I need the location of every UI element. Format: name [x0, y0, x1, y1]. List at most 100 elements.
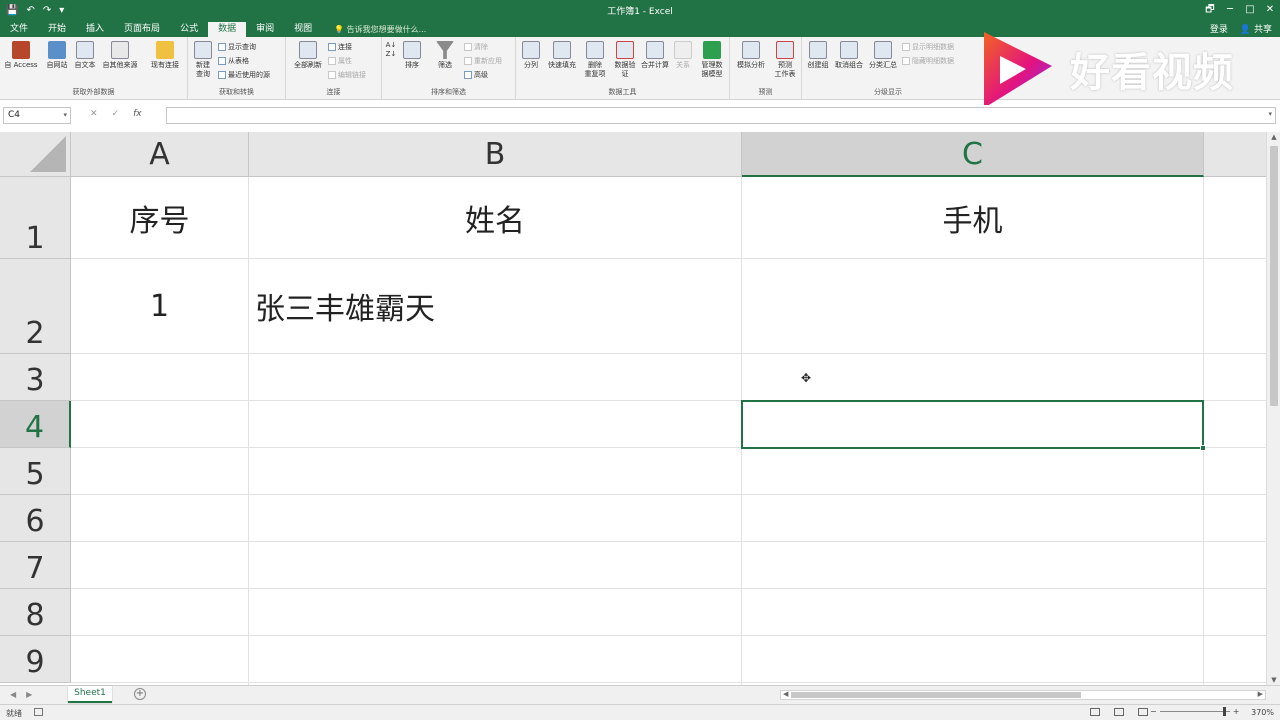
tab-page-layout[interactable]: 页面布局	[114, 22, 170, 37]
cell-b1[interactable]: 姓名	[249, 177, 741, 258]
select-all-button[interactable]	[0, 132, 71, 177]
tab-view[interactable]: 视图	[284, 22, 322, 37]
active-cell-border[interactable]	[741, 400, 1204, 449]
insert-function-icon[interactable]: fx	[133, 109, 142, 119]
normal-view-icon[interactable]	[1090, 708, 1100, 716]
column-header-c[interactable]: C	[742, 132, 1204, 177]
scroll-left-icon[interactable]: ◀	[783, 690, 788, 698]
refresh-all-button[interactable]: 全部刷新	[288, 41, 328, 70]
worksheet-grid[interactable]: A B C 1 2 3 4 5 6 7 8 9 序号 姓名 手机 1 张三丰雄霸…	[0, 132, 1266, 685]
sort-button[interactable]: 排序	[400, 41, 424, 70]
name-box[interactable]: C4 ▾	[3, 107, 71, 124]
flash-fill-button[interactable]: 快速填充	[544, 41, 580, 70]
chevron-down-icon[interactable]: ▾	[63, 108, 67, 123]
row-header-4[interactable]: 4	[0, 401, 71, 448]
row-header-2[interactable]: 2	[0, 259, 71, 354]
tab-data[interactable]: 数据	[208, 22, 247, 37]
row-header-1[interactable]: 1	[0, 177, 71, 259]
tab-home[interactable]: 开始	[38, 22, 76, 37]
add-sheet-icon[interactable]: +	[134, 688, 146, 700]
zoom-track[interactable]	[1159, 707, 1230, 716]
minimize-icon[interactable]: ─	[1220, 0, 1240, 20]
close-icon[interactable]: ✕	[1260, 0, 1280, 20]
scroll-up-icon[interactable]: ▲	[1267, 133, 1280, 141]
cell-b2[interactable]: 张三丰雄霸天	[249, 259, 741, 353]
show-detail-button[interactable]: 显示明细数据	[902, 42, 954, 52]
tell-me-box[interactable]: 💡 告诉我您想要做什么...	[334, 22, 426, 37]
from-other-sources-button[interactable]: 自其他来源	[98, 41, 142, 70]
cell-a1[interactable]: 序号	[71, 177, 248, 258]
page-break-view-icon[interactable]	[1138, 708, 1148, 716]
ungroup-button[interactable]: 取消组合	[832, 41, 866, 70]
macro-record-icon[interactable]	[34, 708, 43, 716]
maximize-icon[interactable]: □	[1240, 0, 1260, 20]
zoom-out-icon[interactable]: −	[1150, 707, 1157, 716]
column-header-a[interactable]: A	[71, 132, 249, 177]
scrollbar-thumb[interactable]	[791, 692, 1081, 698]
prev-sheet-icon[interactable]: ◀	[10, 690, 16, 699]
vertical-scrollbar[interactable]: ▲ ▼	[1266, 132, 1280, 685]
row-header-7[interactable]: 7	[0, 542, 71, 589]
cell-a2[interactable]: 1	[71, 259, 248, 353]
row-header-3[interactable]: 3	[0, 354, 71, 401]
horizontal-scrollbar[interactable]: ◀ ▶	[780, 690, 1266, 700]
scrollbar-thumb[interactable]	[1270, 146, 1278, 406]
from-access-button[interactable]: 自 Access	[2, 41, 40, 70]
show-queries-button[interactable]: 显示查询	[218, 42, 256, 52]
existing-connections-button[interactable]: 现有连接	[146, 41, 184, 70]
properties-button[interactable]: 属性	[328, 56, 352, 66]
recent-sources-button[interactable]: 最近使用的源	[218, 70, 270, 80]
column-header-b[interactable]: B	[249, 132, 742, 177]
cancel-icon[interactable]: ✕	[90, 109, 98, 119]
column-header-d[interactable]	[1204, 132, 1266, 177]
page-layout-view-icon[interactable]	[1114, 708, 1124, 716]
ribbon-display-icon[interactable]: 🗗	[1200, 0, 1220, 20]
tab-insert[interactable]: 插入	[76, 22, 114, 37]
tab-file[interactable]: 文件	[0, 22, 38, 37]
scroll-down-icon[interactable]: ▼	[1267, 676, 1280, 684]
advanced-button[interactable]: 高级	[464, 70, 488, 80]
relationships-button[interactable]: 关系	[672, 41, 694, 70]
zoom-in-icon[interactable]: +	[1233, 707, 1240, 716]
subtotal-button[interactable]: 分类汇总	[866, 41, 900, 70]
data-validation-button[interactable]: 数据验 证	[610, 41, 640, 79]
scroll-right-icon[interactable]: ▶	[1258, 690, 1263, 698]
zoom-level[interactable]: 370%	[1251, 708, 1274, 717]
expand-formula-icon[interactable]: ▾	[1268, 110, 1272, 118]
from-text-button[interactable]: 自文本	[72, 41, 98, 70]
row-header-8[interactable]: 8	[0, 589, 71, 636]
enter-icon[interactable]: ✓	[112, 109, 120, 119]
from-table-button[interactable]: 从表格	[218, 56, 249, 66]
new-query-button[interactable]: 新建 查询	[190, 41, 216, 79]
forecast-sheet-button[interactable]: 预测 工作表	[770, 41, 800, 79]
tab-review[interactable]: 审阅	[246, 22, 284, 37]
row-header-5[interactable]: 5	[0, 448, 71, 495]
sheet-tab-sheet1[interactable]: Sheet1	[68, 686, 112, 703]
remove-duplicates-button[interactable]: 删除 重复项	[580, 41, 610, 79]
tab-formulas[interactable]: 公式	[170, 22, 208, 37]
from-web-button[interactable]: 自网站	[40, 41, 74, 70]
formula-input[interactable]: ▾	[166, 107, 1276, 124]
fill-handle[interactable]	[1200, 445, 1206, 451]
manage-data-model-button[interactable]: 管理数 据模型	[696, 41, 728, 79]
connections-button[interactable]: 连接	[328, 42, 352, 52]
group-button[interactable]: 创建组	[804, 41, 832, 70]
cell-c1[interactable]: 手机	[742, 177, 1203, 258]
edit-links-button[interactable]: 编辑链接	[328, 70, 366, 80]
filter-button[interactable]: 筛选	[432, 41, 458, 70]
save-icon[interactable]: 💾	[6, 5, 18, 16]
consolidate-button[interactable]: 合并计算	[638, 41, 672, 70]
what-if-analysis-button[interactable]: 模拟分析	[732, 41, 770, 70]
row-header-9[interactable]: 9	[0, 636, 71, 683]
clear-button[interactable]: 清除	[464, 42, 488, 52]
next-sheet-icon[interactable]: ▶	[26, 690, 32, 699]
zoom-slider[interactable]: − +	[1150, 707, 1246, 716]
reapply-button[interactable]: 重新应用	[464, 56, 502, 66]
row-header-6[interactable]: 6	[0, 495, 71, 542]
sort-az-icon[interactable]: A↓ Z↓	[384, 41, 398, 59]
redo-icon[interactable]: ↷	[43, 5, 51, 16]
text-to-columns-button[interactable]: 分列	[518, 41, 544, 70]
zoom-knob[interactable]	[1222, 707, 1226, 716]
undo-icon[interactable]: ↶	[26, 5, 34, 16]
customize-qat-icon[interactable]: ▾	[59, 5, 64, 16]
